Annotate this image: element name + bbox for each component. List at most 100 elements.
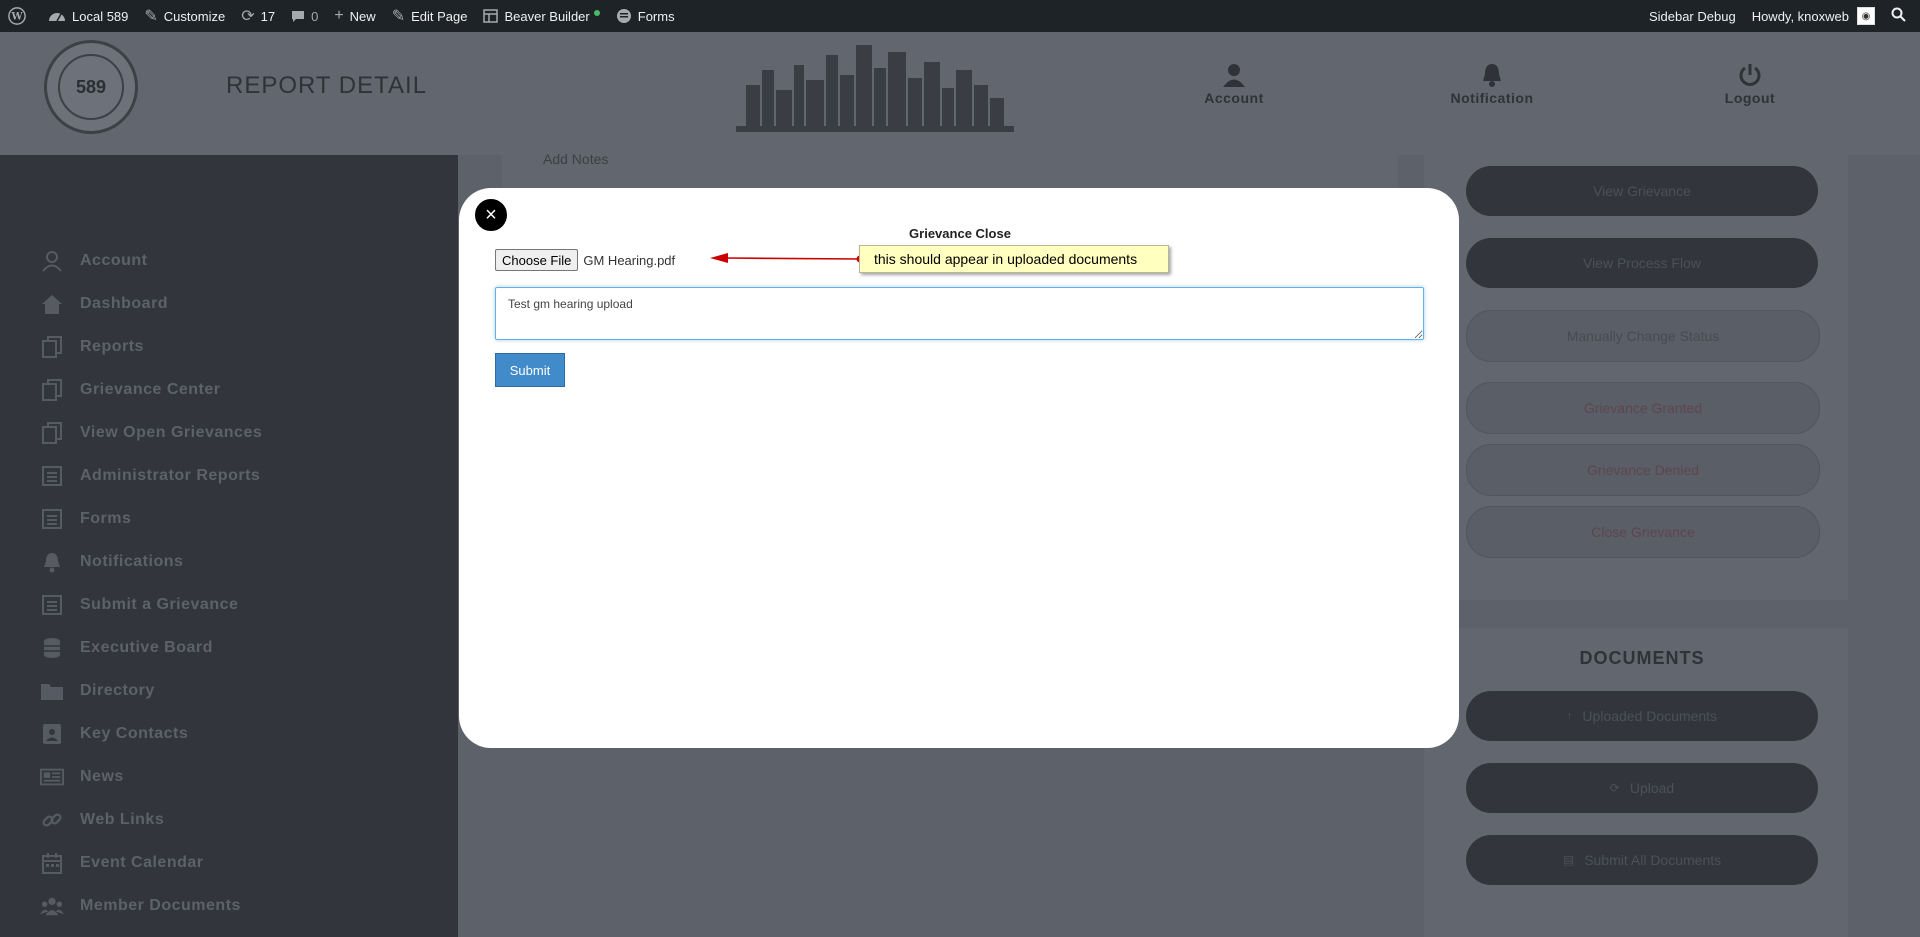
choose-file-button[interactable]: Choose File — [495, 249, 579, 271]
button-label: Upload — [1629, 780, 1675, 796]
sidebar-item-label: View Open Grievances — [80, 424, 263, 441]
forms-icon — [616, 8, 632, 24]
sidebar-item-label: Key Contacts — [80, 725, 189, 742]
modal-title: Grievance Close — [909, 226, 1011, 241]
site-header: 589 REPORT DETAIL Account Notification L… — [0, 32, 1920, 155]
sidebar-item-label: Account — [80, 252, 148, 269]
sidebar-item-label: News — [80, 768, 124, 785]
sidebar-item-forms[interactable]: Forms — [40, 504, 131, 534]
close-icon: × — [485, 203, 497, 226]
users-icon — [40, 894, 64, 918]
sidebar-debug-link[interactable]: Sidebar Debug — [1641, 0, 1744, 32]
selected-file-name: GM Hearing.pdf — [583, 252, 676, 268]
view-grievance-button[interactable]: View Grievance — [1466, 166, 1818, 216]
sidebar-item-reports[interactable]: Reports — [40, 332, 144, 362]
sidebar-item-label: Submit a Grievance — [80, 596, 239, 613]
wp-logo-button[interactable]: W — [0, 0, 40, 32]
database-icon — [40, 636, 64, 660]
file-icon: ▤ — [1562, 853, 1575, 867]
wp-admin-bar: W Local 589 ✎ Customize ⟳ 17 0 + New ✎ E… — [0, 0, 1920, 32]
status-dot — [593, 10, 600, 16]
view-process-flow-button[interactable]: View Process Flow — [1466, 238, 1818, 288]
forms-label: Forms — [637, 8, 675, 24]
contact-icon — [40, 722, 64, 746]
annotation-callout: this should appear in uploaded documents — [859, 245, 1169, 273]
list-icon — [40, 593, 64, 617]
logo-text: 589 — [75, 76, 107, 97]
edit-page-link[interactable]: ✎ Edit Page — [384, 0, 476, 32]
uploaded-documents-button[interactable]: ↑ Uploaded Documents — [1466, 691, 1818, 741]
search-icon — [1891, 7, 1906, 25]
sidebar: Account Dashboard Reports Grievance Cent… — [0, 155, 458, 937]
site-name-label: Local 589 — [72, 8, 129, 24]
sidebar-item-label: Executive Board — [80, 639, 213, 656]
bell-icon — [40, 550, 64, 574]
submit-all-documents-button[interactable]: ▤ Submit All Documents — [1466, 835, 1818, 885]
sidebar-item-news[interactable]: News — [40, 762, 124, 792]
upload-arrow-icon: ↑ — [1566, 710, 1573, 722]
manually-change-status-button[interactable]: Manually Change Status — [1466, 310, 1820, 362]
annotation-arrow — [710, 253, 864, 263]
sidebar-item-notifications[interactable]: Notifications — [40, 547, 183, 577]
sidebar-item-executive-board[interactable]: Executive Board — [40, 633, 213, 663]
my-account-link[interactable]: Howdy, knoxweb ◉ — [1744, 0, 1883, 32]
button-label: View Process Flow — [1582, 255, 1701, 271]
sidebar-item-member-documents[interactable]: Member Documents — [40, 891, 241, 921]
modal-close-button[interactable]: × — [473, 197, 509, 233]
sidebar-item-dashboard[interactable]: Dashboard — [40, 289, 168, 319]
sidebar-item-view-open-grievances[interactable]: View Open Grievances — [40, 418, 262, 448]
forms-link[interactable]: Forms — [608, 0, 683, 32]
comments-link[interactable]: 0 — [283, 0, 326, 32]
updates-link[interactable]: ⟳ 17 — [233, 0, 283, 32]
sidebar-item-key-contacts[interactable]: Key Contacts — [40, 719, 188, 749]
sidebar-item-administrator-reports[interactable]: Administrator Reports — [40, 461, 260, 491]
user-icon — [1221, 60, 1247, 90]
documents-title: DOCUMENTS — [1579, 648, 1705, 668]
refresh-icon: ⟳ — [1609, 781, 1620, 795]
logo-emblem: 589 — [58, 54, 124, 120]
sidebar-item-grievance-center[interactable]: Grievance Center — [40, 375, 221, 405]
new-content-link[interactable]: + New — [326, 0, 383, 32]
copy-icon — [40, 378, 64, 402]
news-icon — [40, 765, 64, 789]
sidebar-item-event-calendar[interactable]: Event Calendar — [40, 848, 203, 878]
sidebar-item-account[interactable]: Account — [40, 246, 148, 276]
wordpress-icon: W — [8, 7, 26, 25]
button-label: Grievance Denied — [1586, 462, 1700, 478]
calendar-icon — [40, 851, 64, 875]
sidebar-item-directory[interactable]: Directory — [40, 676, 155, 706]
beaver-builder-link[interactable]: Beaver Builder — [475, 0, 607, 32]
admin-search-button[interactable] — [1883, 0, 1920, 32]
site-logo[interactable]: 589 — [44, 40, 138, 134]
home-icon — [40, 292, 64, 316]
sidebar-item-label: Directory — [80, 682, 155, 699]
brush-icon: ✎ — [144, 8, 158, 25]
header-logout-label: Logout — [1724, 90, 1776, 106]
pencil-icon: ✎ — [391, 8, 406, 25]
sidebar-item-label: Dashboard — [80, 295, 169, 312]
sidebar-item-label: Administrator Reports — [80, 467, 261, 484]
button-label: Grievance Granted — [1583, 400, 1703, 416]
updates-count: 17 — [260, 8, 276, 24]
close-grievance-button[interactable]: Close Grievance — [1466, 506, 1820, 558]
sidebar-item-label: Event Calendar — [80, 854, 204, 871]
new-label: New — [349, 8, 376, 24]
file-upload-field: Choose File GM Hearing.pdf — [495, 249, 675, 271]
grievance-granted-button[interactable]: Grievance Granted — [1466, 382, 1820, 434]
sidebar-item-submit-a-grievance[interactable]: Submit a Grievance — [40, 590, 238, 620]
site-name-link[interactable]: Local 589 — [40, 0, 136, 32]
sidebar-debug-label: Sidebar Debug — [1648, 8, 1736, 24]
notes-textarea[interactable] — [495, 287, 1424, 340]
header-account-link[interactable]: Account — [1174, 60, 1294, 106]
customize-label: Customize — [163, 8, 226, 24]
sidebar-item-web-links[interactable]: Web Links — [40, 805, 164, 835]
upload-button[interactable]: ⟳ Upload — [1466, 763, 1818, 813]
comment-icon — [291, 10, 305, 23]
header-logout-link[interactable]: Logout — [1690, 60, 1810, 106]
submit-button[interactable]: Submit — [495, 353, 565, 387]
customize-link[interactable]: ✎ Customize — [136, 0, 233, 32]
header-notification-link[interactable]: Notification — [1432, 60, 1552, 106]
sidebar-item-label: Notifications — [80, 553, 184, 570]
grievance-denied-button[interactable]: Grievance Denied — [1466, 444, 1820, 496]
folder-icon — [40, 679, 64, 703]
